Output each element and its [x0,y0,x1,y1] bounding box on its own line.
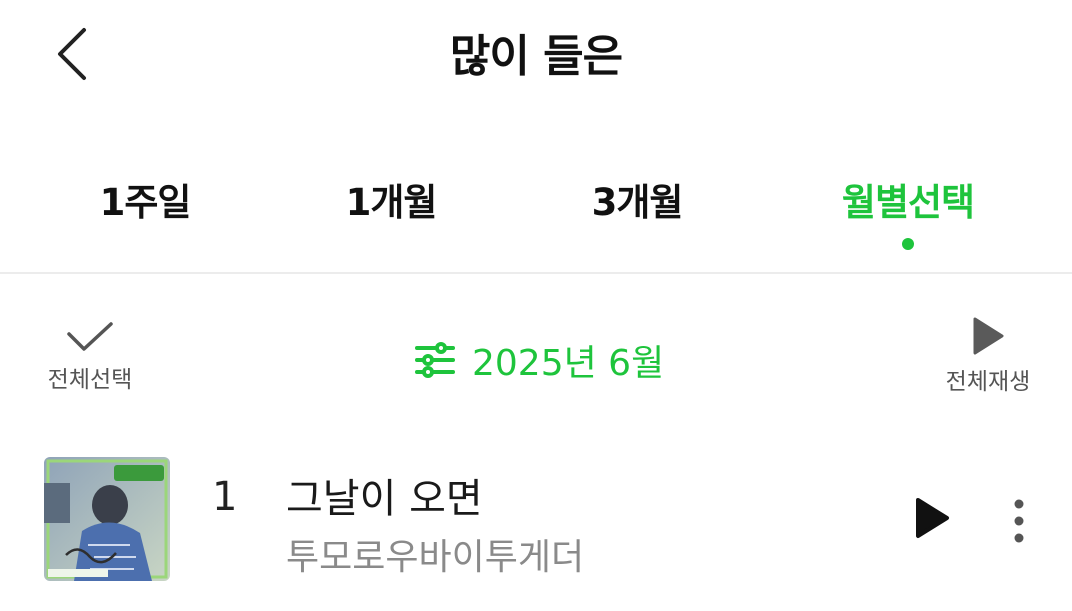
select-all-button[interactable]: 전체선택 [40,320,140,394]
month-label: 2025년 6월 [472,343,665,384]
header: 많이 들은 [0,0,1072,110]
sliders-icon [415,342,455,378]
list-toolbar: 전체선택 2025년 6월 전체재생 [0,300,1072,410]
more-vertical-icon [1014,499,1024,543]
song-more-button[interactable] [1004,496,1034,546]
tab-1-week[interactable]: 1주일 [100,172,192,226]
divider [0,272,1072,274]
album-cover-image[interactable] [44,457,170,581]
tab-1-month[interactable]: 1개월 [346,172,438,226]
rank-number: 1 [212,474,238,520]
select-all-label: 전체선택 [47,367,133,393]
page-title: 많이 들은 [449,31,623,82]
tab-3-months[interactable]: 3개월 [592,172,684,226]
checkmark-icon [67,322,113,351]
play-icon [973,317,1004,355]
period-tabs: 1주일 1개월 3개월 월별선택 [0,160,1072,270]
song-row[interactable]: 1 그날이 오면 투모로우바이투게더 [0,440,1072,600]
song-artist[interactable]: 투모로우바이투게더 [286,528,584,580]
play-all-button[interactable]: 전체재생 [938,316,1038,396]
active-tab-indicator [902,238,914,250]
play-all-label: 전체재생 [945,369,1031,395]
play-icon [916,498,949,538]
song-play-button[interactable] [912,496,952,540]
month-filter-button[interactable]: 2025년 6월 [414,334,664,386]
tab-monthly-select[interactable]: 월별선택 [842,172,975,226]
song-title[interactable]: 그날이 오면 [286,466,483,524]
